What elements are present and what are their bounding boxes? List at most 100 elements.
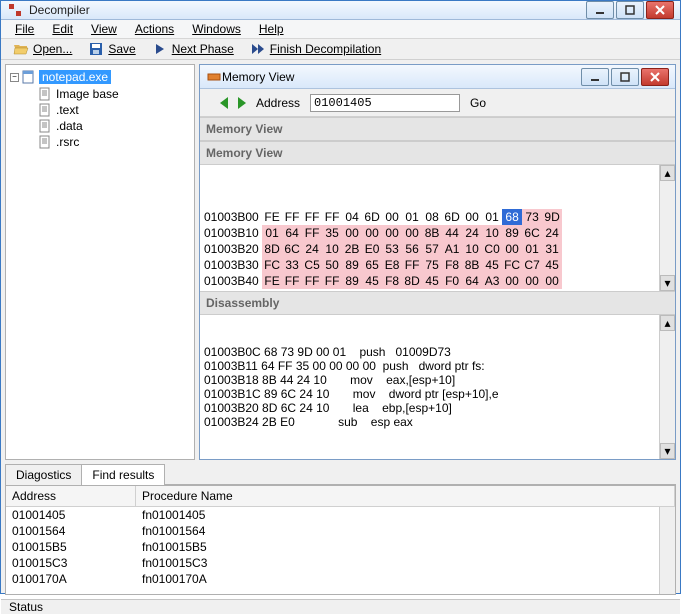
hex-row[interactable]: 01003B00 FEFFFFFF046D0001086D000168739D — [204, 209, 675, 225]
result-proc-name: fn01001564 — [142, 524, 669, 538]
result-address: 010015C3 — [12, 556, 142, 570]
dis-scrollbar[interactable]: ▴ ▾ — [659, 315, 675, 459]
memory-window-buttons — [581, 68, 669, 86]
result-proc-name: fn0100170A — [142, 572, 669, 586]
disassembly[interactable]: 01003B0C 68 73 9D 00 01 push 01009D73010… — [200, 315, 675, 459]
result-row[interactable]: 010015C3fn010015C3 — [6, 555, 675, 571]
window-title: Decompiler — [29, 3, 586, 17]
result-row[interactable]: 010015B5fn010015B5 — [6, 539, 675, 555]
hex-row[interactable]: 01003B20 8D6C24102BE0535657A110C0000131 — [204, 241, 675, 257]
menu-windows[interactable]: Windows — [184, 20, 249, 38]
tree-item-label: .data — [56, 119, 83, 133]
result-proc-name: fn010015B5 — [142, 540, 669, 554]
address-label: Address — [256, 96, 300, 110]
open-button[interactable]: Open... — [7, 39, 78, 59]
result-row[interactable]: 01001405fn01001405 — [6, 507, 675, 523]
next-phase-button[interactable]: Next Phase — [146, 39, 240, 59]
col-procedure-name[interactable]: Procedure Name — [136, 486, 675, 506]
document-icon — [38, 87, 52, 101]
result-address: 0100170A — [12, 572, 142, 586]
menu-help[interactable]: Help — [251, 20, 292, 38]
menu-view[interactable]: View — [83, 20, 125, 38]
tree-item[interactable]: .rsrc — [10, 135, 190, 149]
memory-view-title: Memory View — [222, 70, 581, 84]
statusbar: Status — [1, 599, 680, 614]
titlebar[interactable]: Decompiler — [1, 1, 680, 20]
result-row[interactable]: 0100170Afn0100170A — [6, 571, 675, 587]
disassembly-line[interactable]: 01003B0C 68 73 9D 00 01 push 01009D73 — [204, 345, 675, 359]
col-address[interactable]: Address — [6, 486, 136, 506]
save-button[interactable]: Save — [82, 39, 141, 59]
main-window: Decompiler File Edit View Actions Window… — [0, 0, 681, 594]
nav-back-icon[interactable] — [220, 97, 228, 109]
document-icon — [38, 119, 52, 133]
hex-dump[interactable]: 01003B00 FEFFFFFF046D0001086D000168739D0… — [200, 165, 675, 291]
next-phase-label: Next Phase — [172, 42, 234, 56]
window-buttons — [586, 1, 674, 19]
menubar: File Edit View Actions Windows Help — [1, 20, 680, 39]
go-button[interactable]: Go — [470, 96, 486, 110]
tree-panel[interactable]: − notepad.exe Image base .text .data .rsrc — [5, 64, 195, 460]
memory-close-button[interactable] — [641, 68, 669, 86]
result-address: 01001564 — [12, 524, 142, 538]
menu-edit[interactable]: Edit — [44, 20, 81, 38]
document-icon — [38, 135, 52, 149]
memory-maximize-button[interactable] — [611, 68, 639, 86]
hex-row[interactable]: 01003B40 FEFFFFFF8945F88D45F064A3000000 — [204, 273, 675, 289]
disassembly-line[interactable]: 01003B20 8D 6C 24 10 lea ebp,[esp+10] — [204, 401, 675, 415]
disassembly-line[interactable]: 01003B11 64 FF 35 00 00 00 00 push dword… — [204, 359, 675, 373]
maximize-button[interactable] — [616, 1, 644, 19]
result-address: 010015B5 — [12, 540, 142, 554]
results-header: Address Procedure Name — [6, 486, 675, 507]
tab-find-results[interactable]: Find results — [81, 464, 165, 485]
finish-button[interactable]: Finish Decompilation — [244, 39, 387, 59]
tree-item[interactable]: Image base — [10, 87, 190, 101]
memory-toolbar: Address Go — [200, 89, 675, 117]
close-button[interactable] — [646, 1, 674, 19]
disassembly-line[interactable]: 01003B18 8B 44 24 10 mov eax,[esp+10] — [204, 373, 675, 387]
hex-row[interactable]: 01003B10 0164FF35000000008B442410896C24 — [204, 225, 675, 241]
address-input[interactable] — [310, 94, 460, 112]
results-scrollbar[interactable] — [659, 507, 675, 594]
tree-root-label: notepad.exe — [39, 70, 111, 84]
tree-item-label: .rsrc — [56, 135, 79, 149]
tree-item[interactable]: .text — [10, 103, 190, 117]
fast-forward-icon — [250, 41, 266, 57]
scroll-up-icon[interactable]: ▴ — [660, 165, 675, 181]
tab-diagnostics[interactable]: Diagostics — [5, 464, 82, 485]
results-body[interactable]: 01001405fn0100140501001564fn010015640100… — [6, 507, 675, 594]
document-icon — [38, 103, 52, 117]
result-proc-name: fn010015C3 — [142, 556, 669, 570]
disassembly-line[interactable]: 01003B1C 89 6C 24 10 mov dword ptr [esp+… — [204, 387, 675, 401]
bottom-tabs: Diagostics Find results — [5, 464, 676, 485]
result-proc-name: fn01001405 — [142, 508, 669, 522]
open-label: Open... — [33, 42, 72, 56]
nav-forward-icon[interactable] — [238, 97, 246, 109]
result-row[interactable]: 01001564fn01001564 — [6, 523, 675, 539]
find-results-panel: Address Procedure Name 01001405fn0100140… — [5, 485, 676, 595]
finish-label: Finish Decompilation — [270, 42, 381, 56]
memory-view-window: Memory View Address Go Memory View — [199, 64, 676, 460]
memory-view-section-2: Memory View — [200, 141, 675, 165]
scroll-up-icon[interactable]: ▴ — [660, 315, 675, 331]
tree-item[interactable]: .data — [10, 119, 190, 133]
status-text: Status — [9, 600, 43, 614]
upper-panel: − notepad.exe Image base.text.data.rsrc … — [5, 64, 676, 460]
save-label: Save — [108, 42, 135, 56]
scroll-down-icon[interactable]: ▾ — [660, 275, 675, 291]
save-icon — [88, 41, 104, 57]
memory-view-titlebar[interactable]: Memory View — [200, 65, 675, 89]
tree-collapse-icon[interactable]: − — [10, 73, 19, 82]
tree-root[interactable]: − notepad.exe — [10, 69, 190, 85]
menu-file[interactable]: File — [7, 20, 42, 38]
disassembly-label: Disassembly — [200, 291, 675, 315]
minimize-button[interactable] — [586, 1, 614, 19]
scroll-down-icon[interactable]: ▾ — [660, 443, 675, 459]
menu-actions[interactable]: Actions — [127, 20, 182, 38]
hex-scrollbar[interactable]: ▴ ▾ — [659, 165, 675, 291]
hex-row[interactable]: 01003B30 FC33C5508965E8FF75F88B45FCC745 — [204, 257, 675, 273]
play-icon — [152, 41, 168, 57]
disassembly-line[interactable]: 01003B24 2B E0 sub esp eax — [204, 415, 675, 429]
memory-minimize-button[interactable] — [581, 68, 609, 86]
app-icon — [7, 2, 23, 18]
